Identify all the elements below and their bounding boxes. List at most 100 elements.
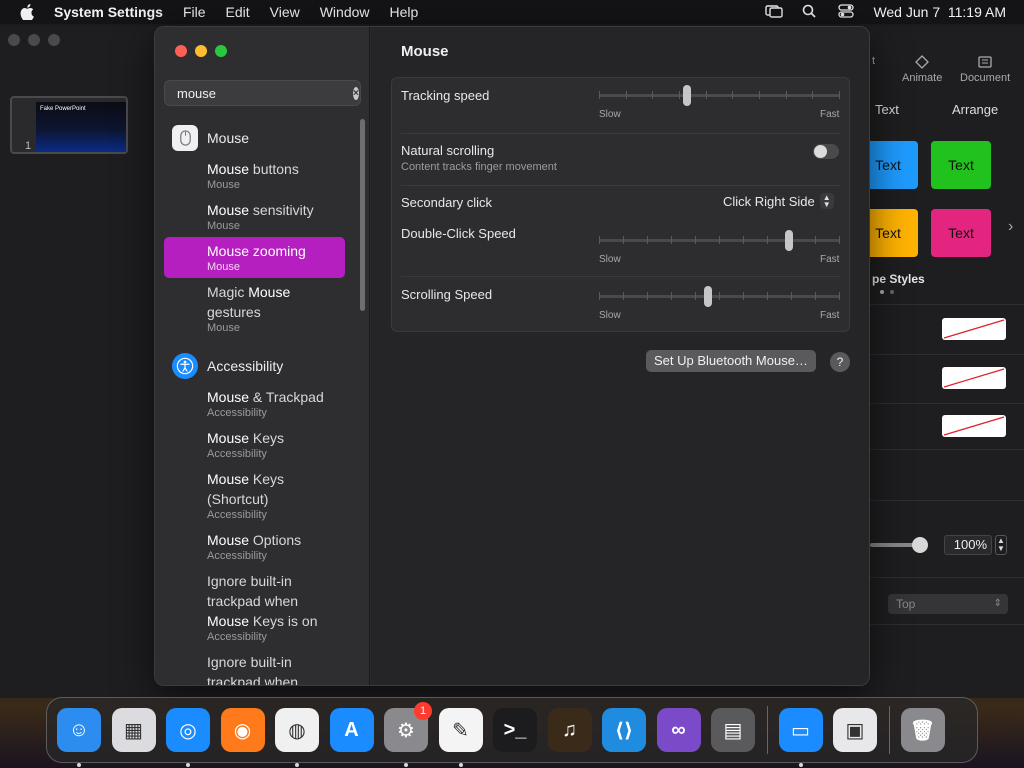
- scrolling-speed-max-label: Fast: [820, 310, 840, 321]
- chevron-updown-icon: ▲ ▼: [819, 193, 834, 209]
- animate-toolbar-button[interactable]: Animate: [902, 55, 942, 84]
- dock-chrome[interactable]: ◍: [273, 706, 321, 767]
- screen-mirroring-icon[interactable]: [765, 4, 784, 21]
- preview-icon: ▣: [833, 708, 877, 752]
- secondary-click-popup[interactable]: Click Right Side ▲ ▼: [723, 193, 834, 209]
- slider-tick: [791, 292, 792, 300]
- keynote-close-button[interactable]: [8, 34, 20, 46]
- setup-bluetooth-mouse-button[interactable]: Set Up Bluetooth Mouse…: [646, 350, 816, 372]
- opacity-field[interactable]: 100%: [944, 535, 992, 555]
- double-click-speed-slider[interactable]: [599, 229, 840, 253]
- sidebar-scrollbar[interactable]: [360, 119, 365, 311]
- result-mouse-sensitivity[interactable]: Mouse sensitivity Mouse: [164, 196, 345, 237]
- opacity-slider-knob[interactable]: [912, 537, 928, 553]
- dock-visual-studio[interactable]: ∞: [655, 706, 703, 754]
- dock-preview[interactable]: ▣: [831, 706, 879, 754]
- result-title: Mouse Keys: [207, 430, 285, 446]
- keynote-minimize-button[interactable]: [28, 34, 40, 46]
- menu-view[interactable]: View: [270, 4, 300, 20]
- inspector-tab-arrange[interactable]: Arrange: [952, 102, 998, 117]
- slider-tick: [671, 292, 672, 300]
- text-style-green[interactable]: Text: [931, 141, 991, 189]
- chrome-icon: ◍: [275, 708, 319, 752]
- chevron-right-icon[interactable]: ›: [1008, 218, 1013, 236]
- dock-garageband[interactable]: ♫: [546, 706, 594, 754]
- document-toolbar-button[interactable]: Document: [960, 55, 1010, 84]
- dock-terminal[interactable]: >_: [491, 706, 539, 754]
- result-mouse-keys[interactable]: Mouse Keys Accessibility: [164, 424, 345, 465]
- dock-firefox[interactable]: ◉: [219, 706, 267, 754]
- menu-bar-clock[interactable]: Wed Jun 7 11:19 AM: [873, 4, 1006, 20]
- slider-tick: [671, 236, 672, 244]
- toolbar-partial-label: t: [872, 55, 876, 67]
- dock-vscode[interactable]: ⟨⟩: [600, 706, 648, 754]
- menu-help[interactable]: Help: [390, 4, 419, 20]
- result-magic-mouse-gestures[interactable]: Magic Mouse gestures Mouse: [164, 278, 345, 339]
- tracking-speed-slider[interactable]: [599, 84, 840, 108]
- result-title: Ignore built-in trackpad when: [207, 654, 299, 686]
- section-accessibility[interactable]: Accessibility: [155, 349, 365, 383]
- result-title: Magic Mouse gestures: [207, 284, 291, 320]
- natural-scrolling-toggle[interactable]: [813, 144, 839, 159]
- menu-file[interactable]: File: [183, 4, 206, 20]
- slider-tick: [647, 236, 648, 244]
- tracking-speed-row: Tracking speed Slow Fast: [392, 78, 849, 133]
- zoom-button[interactable]: [215, 45, 227, 57]
- inspector-tab-text[interactable]: Text: [875, 102, 899, 117]
- slider-tick: [732, 91, 733, 99]
- search-input[interactable]: [177, 85, 353, 101]
- result-subtitle: Mouse: [207, 179, 241, 191]
- keynote-traffic-lights: [8, 34, 60, 46]
- app-name-menu[interactable]: System Settings: [54, 4, 163, 20]
- dock-finder[interactable]: ☺: [55, 706, 103, 767]
- border-style-swatch-3[interactable]: [942, 415, 1006, 437]
- opacity-stepper[interactable]: ▲ ▼: [995, 535, 1007, 555]
- search-field[interactable]: ×: [164, 80, 361, 106]
- dock-textedit[interactable]: ✎: [437, 706, 485, 767]
- slider-knob[interactable]: [683, 85, 691, 106]
- vertical-align-select[interactable]: Top ⇕: [888, 594, 1008, 614]
- result-mouse-zooming[interactable]: Mouse zooming Mouse: [164, 237, 345, 278]
- clear-search-icon[interactable]: ×: [353, 86, 359, 100]
- border-style-swatch-2[interactable]: [942, 367, 1006, 389]
- document-label: Document: [960, 72, 1011, 84]
- menu-window[interactable]: Window: [320, 4, 370, 20]
- dock-launchpad[interactable]: ▦: [110, 706, 158, 754]
- result-title: Mouse zooming: [207, 243, 306, 259]
- result-mouse-buttons[interactable]: Mouse buttons Mouse: [164, 155, 345, 196]
- close-button[interactable]: [175, 45, 187, 57]
- result-title: Mouse Options: [207, 532, 302, 548]
- double-click-speed-label: Double-Click Speed: [401, 226, 516, 241]
- menu-edit[interactable]: Edit: [226, 4, 250, 20]
- minimize-button[interactable]: [195, 45, 207, 57]
- result-mouse-trackpad[interactable]: Mouse & Trackpad Accessibility: [164, 383, 345, 424]
- apple-menu-icon[interactable]: [0, 4, 54, 20]
- result-mouse-options[interactable]: Mouse Options Accessibility: [164, 526, 345, 567]
- dock-system-settings[interactable]: ⚙ 1: [382, 702, 432, 767]
- dock-keynote[interactable]: ▭: [777, 706, 825, 767]
- section-mouse[interactable]: Mouse: [155, 121, 365, 155]
- menu-bar: System Settings File Edit View Window He…: [0, 0, 1024, 24]
- text-style-pink[interactable]: Text: [931, 209, 991, 257]
- result-ignore-trackpad-2[interactable]: Ignore built-in trackpad when: [164, 648, 345, 686]
- dock-safari[interactable]: ◎: [164, 706, 212, 767]
- help-button[interactable]: ?: [830, 352, 850, 372]
- keynote-icon: ▭: [778, 708, 823, 752]
- control-center-icon[interactable]: [837, 3, 855, 21]
- keynote-zoom-button[interactable]: [48, 34, 60, 46]
- result-mouse-keys-shortcut[interactable]: Mouse Keys (Shortcut) Accessibility: [164, 465, 345, 526]
- style-page-dots[interactable]: [880, 290, 894, 294]
- slider-knob[interactable]: [704, 286, 712, 307]
- vscode-icon: ⟨⟩: [602, 708, 646, 752]
- slider-tick: [786, 91, 787, 99]
- scrolling-speed-slider[interactable]: [599, 285, 840, 309]
- dock-app-store[interactable]: A: [328, 706, 376, 754]
- spotlight-search-icon[interactable]: [801, 4, 819, 21]
- dock-trash[interactable]: 🗑: [899, 706, 947, 754]
- double-click-speed-min-label: Slow: [599, 254, 621, 265]
- result-ignore-trackpad[interactable]: Ignore built-in trackpad when Mouse Keys i…: [164, 567, 345, 648]
- border-style-swatch-1[interactable]: [942, 318, 1006, 340]
- slider-knob[interactable]: [785, 230, 793, 251]
- dock-calculator[interactable]: ▤: [709, 706, 757, 754]
- toolbar-partial-button[interactable]: t: [872, 55, 875, 67]
